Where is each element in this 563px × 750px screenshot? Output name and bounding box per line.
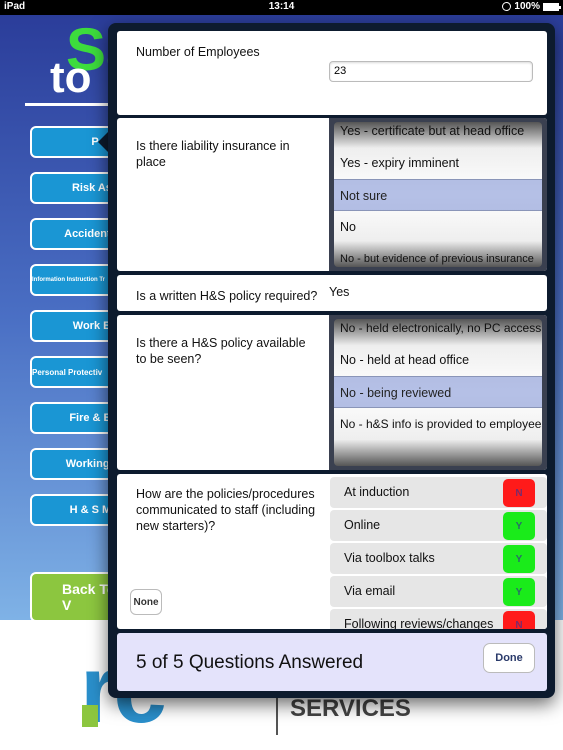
toggle-yes[interactable]: Y: [503, 545, 535, 573]
picker-option[interactable]: No: [334, 211, 542, 243]
policy-available-picker[interactable]: No - held electronically, no PC access N…: [329, 315, 547, 470]
battery-percent: 100%: [514, 1, 540, 12]
answered-count: 5 of 5 Questions Answered: [136, 652, 364, 673]
picker-option[interactable]: No - held at head office: [334, 344, 542, 376]
picker-option[interactable]: Yes - expiry imminent: [334, 147, 542, 179]
brand-services: SERVICES: [290, 695, 411, 722]
battery-icon: [543, 2, 561, 11]
brand-logo-square: [82, 705, 98, 727]
check-row-online[interactable]: Online Y: [330, 510, 547, 541]
question-policy-required: Is a written H&S policy required? Yes: [117, 275, 547, 311]
check-row-toolbox-talks[interactable]: Via toolbox talks Y: [330, 543, 547, 574]
picker-option[interactable]: No - but evidence of previous insurance: [334, 243, 542, 267]
question-label: Is a written H&S policy required?: [136, 289, 318, 303]
done-button[interactable]: Done: [483, 643, 535, 673]
toggle-no[interactable]: N: [503, 611, 535, 629]
check-row-via-email[interactable]: Via email Y: [330, 576, 547, 607]
question-insurance: Is there liability insurance in place Ye…: [117, 118, 547, 271]
question-label: Number of Employees: [136, 45, 260, 59]
insurance-picker[interactable]: Yes - certificate but at head office Yes…: [329, 118, 547, 271]
employees-input[interactable]: 23: [329, 61, 533, 82]
check-label: Following reviews/changes: [344, 617, 494, 629]
picker-option[interactable]: No - h&S info is provided to employees: [334, 408, 542, 440]
question-communication: How are the policies/procedures communic…: [117, 474, 547, 629]
brand-separator: [276, 695, 278, 735]
picker-option[interactable]: Yes - certificate but at head office: [334, 122, 542, 147]
summary-bar: 5 of 5 Questions Answered Done: [117, 633, 547, 691]
toggle-yes[interactable]: Y: [503, 512, 535, 540]
logo-to: to: [50, 53, 92, 102]
check-row-following-reviews[interactable]: Following reviews/changes N: [330, 609, 547, 629]
picker-option[interactable]: No - held electronically, no PC access: [334, 319, 542, 344]
status-bar: iPad 13:14 100%: [0, 0, 563, 15]
picker-wheel[interactable]: Yes - certificate but at head office Yes…: [334, 122, 542, 267]
clock: 13:14: [268, 1, 295, 12]
question-label: Is there liability insurance in place: [136, 139, 290, 169]
questions-popover: Number of Employees 23 Is there liabilit…: [108, 23, 555, 698]
picker-wheel[interactable]: No - held electronically, no PC access N…: [334, 319, 542, 466]
question-label: How are the policies/procedures communic…: [136, 487, 316, 533]
check-label: At induction: [344, 485, 410, 499]
question-policy-available: Is there a H&S policy available to be se…: [117, 315, 547, 470]
policy-required-answer[interactable]: Yes: [329, 285, 349, 299]
question-label: Is there a H&S policy available to be se…: [136, 336, 306, 366]
check-label: Online: [344, 518, 381, 532]
status-right: 100%: [502, 1, 561, 12]
picker-option-selected[interactable]: No - being reviewed: [334, 376, 542, 408]
none-button[interactable]: None: [130, 589, 162, 615]
check-row-at-induction[interactable]: At induction N: [330, 477, 547, 508]
picker-option-selected[interactable]: Not sure: [334, 179, 542, 211]
logo-underline: [25, 103, 115, 106]
toggle-yes[interactable]: Y: [503, 578, 535, 606]
question-employees: Number of Employees 23: [117, 31, 547, 115]
rotation-lock-icon: [502, 2, 512, 11]
toggle-no[interactable]: N: [503, 479, 535, 507]
communication-checklist[interactable]: At induction N Online Y Via toolbox talk…: [330, 474, 547, 629]
check-label: Via email: [344, 584, 396, 598]
check-label: Via toolbox talks: [344, 551, 435, 565]
